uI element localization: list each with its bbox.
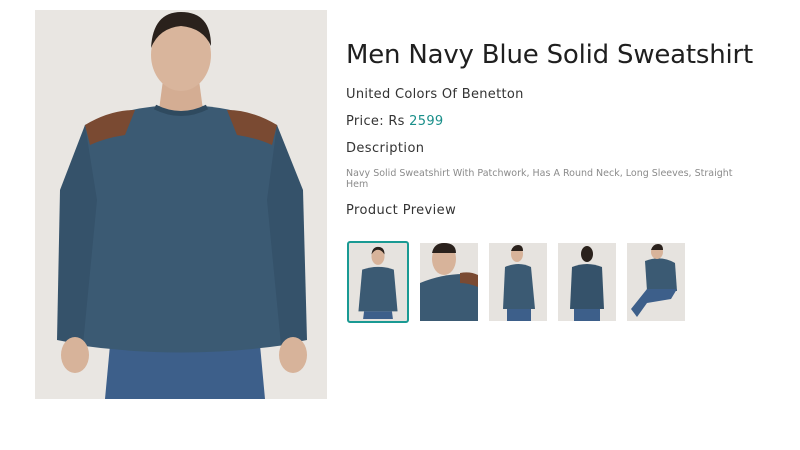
thumbnail-front[interactable] [347,241,409,323]
brand-name: United Colors Of Benetton [346,87,524,103]
description-heading: Description [346,141,425,157]
product-title: Men Navy Blue Solid Sweatshirt [346,40,754,70]
thumbnail-seated[interactable] [627,243,685,321]
product-details: Men Navy Blue Solid Sweatshirt United Co… [346,40,766,218]
description-text: Navy Solid Sweatshirt With Patchwork, Ha… [346,168,733,191]
price-value: 2599 [409,114,444,130]
thumbnail-strip [347,241,685,323]
thumbnail-back[interactable] [558,243,616,321]
price-row: Price: Rs 2599 [346,114,766,129]
price-label: Price: Rs [346,114,405,130]
thumbnail-shoulder-closeup[interactable] [420,243,478,321]
preview-heading: Product Preview [346,203,457,219]
main-product-image [35,10,327,399]
thumbnail-side[interactable] [489,243,547,321]
